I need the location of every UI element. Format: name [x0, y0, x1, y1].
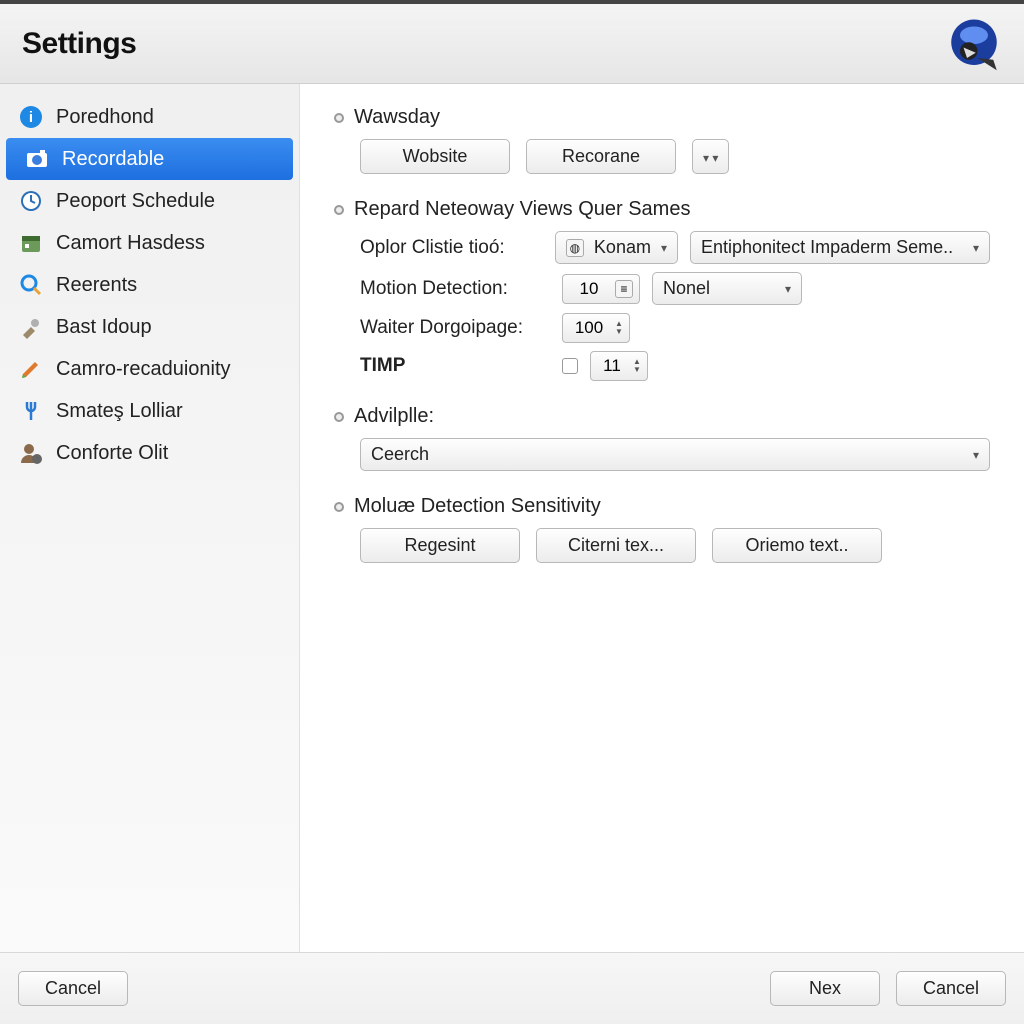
- clock-icon: [18, 188, 44, 214]
- section-title: Moluæ Detection Sensitivity: [354, 495, 601, 518]
- settings-window: Settings i Poredhond: [0, 0, 1024, 1024]
- app-logo-icon: [946, 16, 1002, 72]
- section-advilplle: Advilplle: Ceerch ▾: [334, 405, 990, 471]
- oplor-select[interactable]: ◍ Konam ▾: [555, 231, 678, 264]
- waiter-spinner[interactable]: 100 ▲▼: [562, 313, 630, 343]
- advilplle-select[interactable]: Ceerch ▾: [360, 438, 990, 471]
- oplor-label: Oplor Clistie tioó:: [360, 237, 543, 259]
- citerni-button[interactable]: Citerni tex...: [536, 528, 696, 563]
- sidebar-item-label: Reerents: [56, 274, 137, 297]
- sidebar-item-smates-lolliar[interactable]: Smateş Lolliar: [0, 390, 299, 432]
- sidebar-item-label: Camro-recaduionity: [56, 358, 231, 381]
- wawsday-dropdown-button[interactable]: ▾ ▾: [692, 139, 729, 174]
- oplor-value: Konam: [594, 237, 651, 258]
- sidebar-item-label: Bast Idoup: [56, 316, 152, 339]
- oriemo-button[interactable]: Oriemo text..: [712, 528, 882, 563]
- sidebar-item-peoport-schedule[interactable]: Peoport Schedule: [0, 180, 299, 222]
- sidebar-item-camort-hasdess[interactable]: Camort Hasdess: [0, 222, 299, 264]
- stepper-icon[interactable]: ▲▼: [615, 320, 623, 336]
- motion-label: Motion Detection:: [360, 278, 550, 300]
- timp-spinner[interactable]: 11 ▲▼: [590, 351, 648, 381]
- section-bullet-icon: [334, 502, 344, 512]
- chevron-down-icon: ▾: [661, 241, 667, 255]
- timp-value: 11: [597, 356, 627, 376]
- motion-number-value: 10: [569, 279, 609, 299]
- sidebar-item-bast-idoup[interactable]: Bast Idoup: [0, 306, 299, 348]
- sidebar: i Poredhond Recordable Peoport Schedule: [0, 84, 300, 952]
- sidebar-item-conforte-olit[interactable]: Conforte Olit: [0, 432, 299, 474]
- sidebar-item-reerents[interactable]: Reerents: [0, 264, 299, 306]
- motion-select[interactable]: Nonel ▾: [652, 272, 802, 305]
- sidebar-item-label: Recordable: [62, 148, 164, 171]
- page-title: Settings: [22, 27, 136, 61]
- section-motion-sensitivity: Moluæ Detection Sensitivity Regesint Cit…: [334, 495, 990, 563]
- section-wawsday: Wawsday Wobsite Recorane ▾ ▾: [334, 106, 990, 174]
- cancel-right-button[interactable]: Cancel: [896, 971, 1006, 1006]
- svg-text:i: i: [29, 109, 33, 126]
- sidebar-item-label: Poredhond: [56, 106, 154, 129]
- section-title: Advilplle:: [354, 405, 434, 428]
- sidebar-item-label: Conforte Olit: [56, 442, 168, 465]
- camera-icon: [24, 146, 50, 172]
- user-icon: [18, 440, 44, 466]
- section-bullet-icon: [334, 113, 344, 123]
- chevron-down-icon: ▾ ▾: [703, 151, 718, 165]
- oplor-secondary-value: Entiphonitect Impaderm Seme..: [701, 237, 963, 258]
- section-title: Wawsday: [354, 106, 440, 129]
- wobsite-button[interactable]: Wobsite: [360, 139, 510, 174]
- chevron-down-icon: ▾: [973, 448, 979, 462]
- timp-label: TIMP: [360, 355, 550, 377]
- sidebar-item-label: Peoport Schedule: [56, 190, 215, 213]
- calendar-icon: [18, 230, 44, 256]
- sidebar-item-label: Camort Hasdess: [56, 232, 205, 255]
- fork-icon: [18, 398, 44, 424]
- section-bullet-icon: [334, 412, 344, 422]
- tools-icon: [18, 314, 44, 340]
- cancel-left-button[interactable]: Cancel: [18, 971, 128, 1006]
- search-icon: [18, 272, 44, 298]
- advilplle-value: Ceerch: [371, 444, 963, 465]
- chevron-down-icon: ▾: [785, 282, 791, 296]
- oplor-secondary-select[interactable]: Entiphonitect Impaderm Seme.. ▾: [690, 231, 990, 264]
- globe-icon: ◍: [566, 239, 584, 257]
- section-bullet-icon: [334, 205, 344, 215]
- pencil-icon: [18, 356, 44, 382]
- titlebar: Settings: [0, 4, 1024, 84]
- motion-number-spinner[interactable]: 10 ≡: [562, 274, 640, 304]
- sidebar-item-camro-recaduionity[interactable]: Camro-recaduionity: [0, 348, 299, 390]
- waiter-value: 100: [569, 318, 609, 338]
- next-button[interactable]: Nex: [770, 971, 880, 1006]
- sidebar-item-label: Smateş Lolliar: [56, 400, 183, 423]
- section-title: Repard Neteoway Views Quer Sames: [354, 198, 690, 221]
- main-panel: Wawsday Wobsite Recorane ▾ ▾ Repard Nete…: [300, 84, 1024, 952]
- align-icon: ≡: [615, 280, 633, 298]
- motion-select-value: Nonel: [663, 278, 775, 299]
- stepper-icon[interactable]: ▲▼: [633, 358, 641, 374]
- footer: Cancel Nex Cancel: [0, 952, 1024, 1024]
- waiter-label: Waiter Dorgoipage:: [360, 317, 550, 339]
- sidebar-item-poredhond[interactable]: i Poredhond: [0, 96, 299, 138]
- body: i Poredhond Recordable Peoport Schedule: [0, 84, 1024, 952]
- regesint-button[interactable]: Regesint: [360, 528, 520, 563]
- section-repard: Repard Neteoway Views Quer Sames Oplor C…: [334, 198, 990, 381]
- sidebar-item-recordable[interactable]: Recordable: [6, 138, 293, 180]
- recorane-button[interactable]: Recorane: [526, 139, 676, 174]
- chevron-down-icon: ▾: [973, 241, 979, 255]
- info-icon: i: [18, 104, 44, 130]
- timp-checkbox[interactable]: [562, 358, 578, 374]
